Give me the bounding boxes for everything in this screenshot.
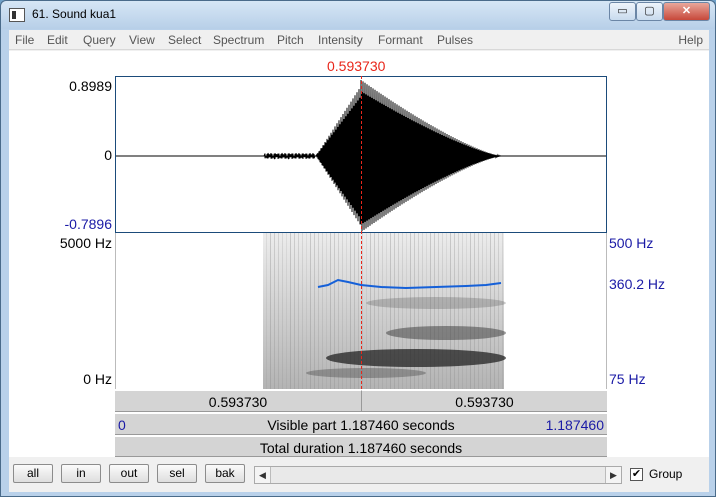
zoom-back-button[interactable]: bak (205, 464, 245, 483)
spectrogram-stripe (466, 233, 467, 389)
spectrogram-stripe (270, 233, 271, 389)
visible-part-bar[interactable]: 0 Visible part 1.187460 seconds 1.187460 (115, 413, 607, 435)
pitch-value-label: 360.2 Hz (609, 276, 666, 292)
cursor-line (361, 76, 362, 389)
spectrogram-stripe (290, 233, 291, 389)
spectrogram-stripe (350, 233, 351, 389)
spectrogram-stripe (362, 233, 363, 389)
spectrogram-stripe (314, 233, 315, 389)
pitch-top-label: 500 Hz (609, 235, 654, 251)
menu-query[interactable]: Query (83, 33, 116, 47)
spectrogram-stripe (322, 233, 323, 389)
spectrogram-stripe (366, 233, 367, 389)
spectrogram-stripe (354, 233, 355, 389)
menu-intensity[interactable]: Intensity (318, 33, 363, 47)
spectrogram-stripe (334, 233, 335, 389)
left-interval-bar[interactable]: 0.593730 (115, 390, 361, 412)
spectrogram-stripe (502, 233, 503, 389)
spectrogram-stripe (306, 233, 307, 389)
spectrogram-stripe (482, 233, 483, 389)
minimize-button[interactable]: ▭ (609, 2, 636, 21)
pitch-bottom-label: 75 Hz (609, 371, 646, 387)
spectrogram-stripe (274, 233, 275, 389)
zoom-in-button[interactable]: in (61, 464, 101, 483)
scroll-right-arrow-icon[interactable]: ▶ (605, 467, 621, 483)
zoom-all-button[interactable]: all (13, 464, 53, 483)
menu-pulses[interactable]: Pulses (437, 33, 473, 47)
maximize-button[interactable]: ▢ (636, 2, 663, 21)
spectrogram-stripe (486, 233, 487, 389)
spectrogram-stripe (478, 233, 479, 389)
zoom-out-button[interactable]: out (109, 464, 149, 483)
menu-file[interactable]: File (15, 33, 34, 47)
close-button[interactable]: ✕ (663, 2, 710, 21)
spectrogram-stripe (474, 233, 475, 389)
spectrogram-stripe (330, 233, 331, 389)
spectrogram-stripe (346, 233, 347, 389)
visible-part-label: Visible part 1.187460 seconds (267, 417, 455, 433)
editor-canvas[interactable]: 0.593730 0.8989 0 -0.7896 5000 Hz 0 Hz 5… (9, 51, 709, 457)
spectrogram-top-label: 5000 Hz (59, 235, 112, 251)
menu-view[interactable]: View (129, 33, 155, 47)
total-duration-label: Total duration 1.187460 seconds (259, 440, 463, 456)
group-label: Group (649, 467, 683, 481)
praat-window-icon (9, 8, 25, 22)
spectrogram-stripe (278, 233, 279, 389)
spectrogram-stripe (342, 233, 343, 389)
horizontal-scrollbar[interactable]: ◀ ▶ (254, 466, 622, 484)
spectrogram-stripe (298, 233, 299, 389)
zoom-selection-button[interactable]: sel (157, 464, 197, 483)
visible-end-time: 1.187460 (545, 417, 604, 433)
wave-zero-label: 0 (104, 147, 112, 163)
menu-edit[interactable]: Edit (47, 33, 68, 47)
spectrogram-stripe (266, 233, 267, 389)
spectrogram-stripe (286, 233, 287, 389)
spectrogram-stripe (470, 233, 471, 389)
menu-help[interactable]: Help (678, 33, 703, 47)
right-interval-bar[interactable]: 0.593730 (361, 390, 607, 412)
menu-bar: File Edit Query View Select Spectrum Pit… (9, 30, 709, 50)
menu-pitch[interactable]: Pitch (277, 33, 304, 47)
spectrogram-stripe (494, 233, 495, 389)
wave-max-label: 0.8989 (69, 78, 112, 94)
spectrogram-stripe (282, 233, 283, 389)
spectrogram-stripe (326, 233, 327, 389)
bottom-toolbar: all in out sel bak ◀ ▶ ✔ Group (9, 461, 709, 487)
spectrogram-stripe (318, 233, 319, 389)
spectrogram-bottom-label: 0 Hz (83, 371, 112, 387)
menu-spectrum[interactable]: Spectrum (213, 33, 264, 47)
spectrogram-stripe (310, 233, 311, 389)
spectrogram-stripe (302, 233, 303, 389)
group-checkbox[interactable]: ✔ (630, 468, 643, 481)
spectrogram-stripe (338, 233, 339, 389)
left-interval-time: 0.593730 (208, 394, 268, 410)
window-title: 61. Sound kua1 (32, 7, 117, 21)
scroll-left-arrow-icon[interactable]: ◀ (255, 467, 271, 483)
menu-select[interactable]: Select (168, 33, 201, 47)
spectrogram-stripe (490, 233, 491, 389)
title-bar[interactable]: 61. Sound kua1 ▭ ▢ ✕ (1, 1, 715, 29)
cursor-time-label: 0.593730 (327, 58, 386, 74)
spectrogram-stripe (358, 233, 359, 389)
client-area: File Edit Query View Select Spectrum Pit… (9, 30, 709, 492)
sound-editor-window: 61. Sound kua1 ▭ ▢ ✕ File Edit Query Vie… (0, 0, 716, 497)
spectrogram-stripe (294, 233, 295, 389)
menu-formant[interactable]: Formant (378, 33, 423, 47)
spectrogram-stripe (498, 233, 499, 389)
wave-min-label: -0.7896 (64, 216, 112, 232)
total-duration-bar[interactable]: Total duration 1.187460 seconds (115, 436, 607, 457)
right-interval-time: 0.593730 (455, 394, 514, 410)
